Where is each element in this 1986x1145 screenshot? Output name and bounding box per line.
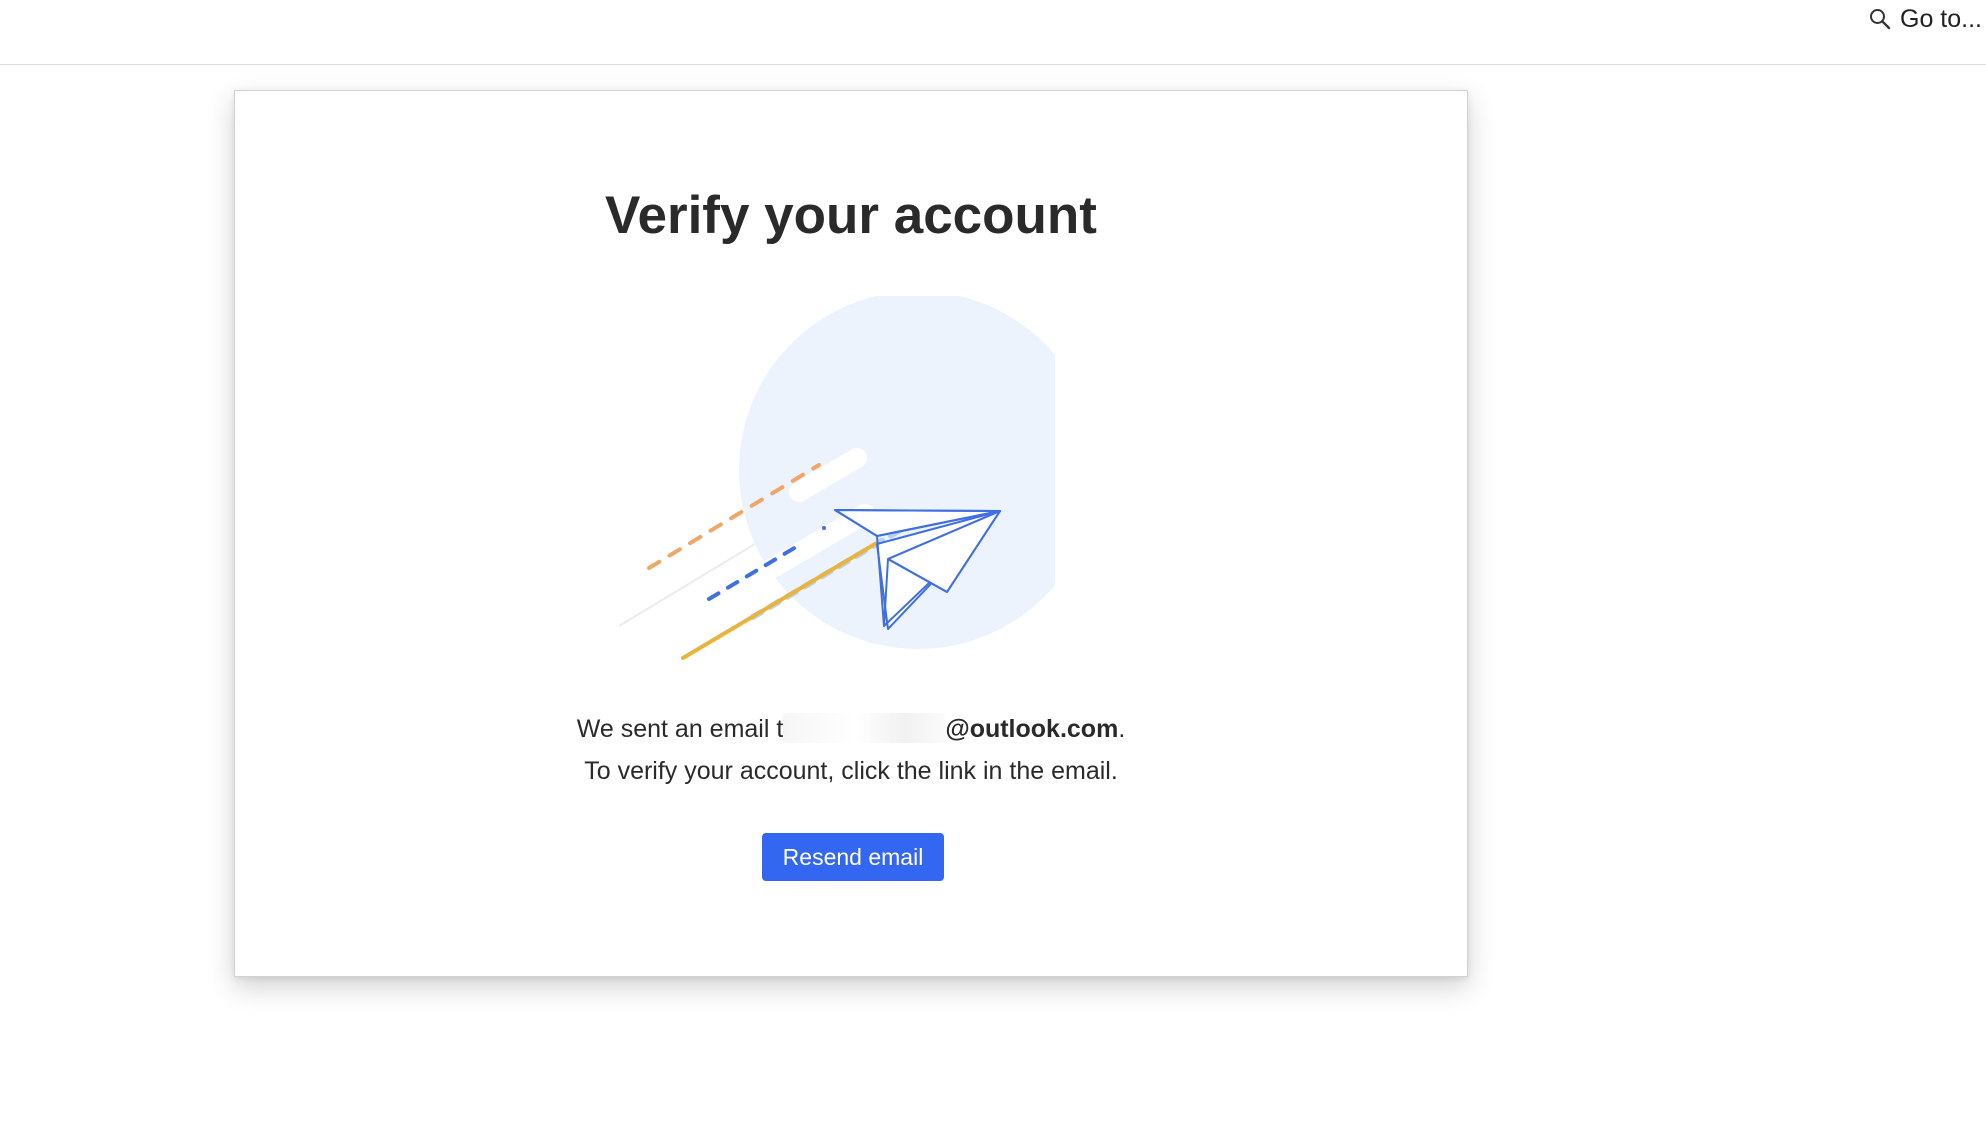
- redacted-email-block: [783, 713, 946, 743]
- verify-card: Verify your account We sent an email t @…: [234, 90, 1468, 977]
- goto-search-button[interactable]: Go to...: [1868, 2, 1986, 36]
- email-sent-line: We sent an email t @outlook.com.: [235, 708, 1467, 750]
- message-suffix: .: [1118, 715, 1126, 743]
- goto-label: Go to...: [1900, 4, 1982, 33]
- resend-email-button[interactable]: Resend email: [762, 833, 944, 881]
- page-title: Verify your account: [605, 186, 1097, 245]
- message-prefix: We sent an email t: [576, 715, 784, 743]
- verification-message: We sent an email t @outlook.com. To verif…: [235, 708, 1467, 792]
- instruction-text: To verify your account, click the link i…: [584, 757, 1118, 785]
- email-domain: @outlook.com: [945, 715, 1119, 743]
- search-icon: [1870, 9, 1891, 30]
- paper-plane-icon: [618, 296, 1055, 660]
- top-bar: Go to...: [0, 0, 1986, 65]
